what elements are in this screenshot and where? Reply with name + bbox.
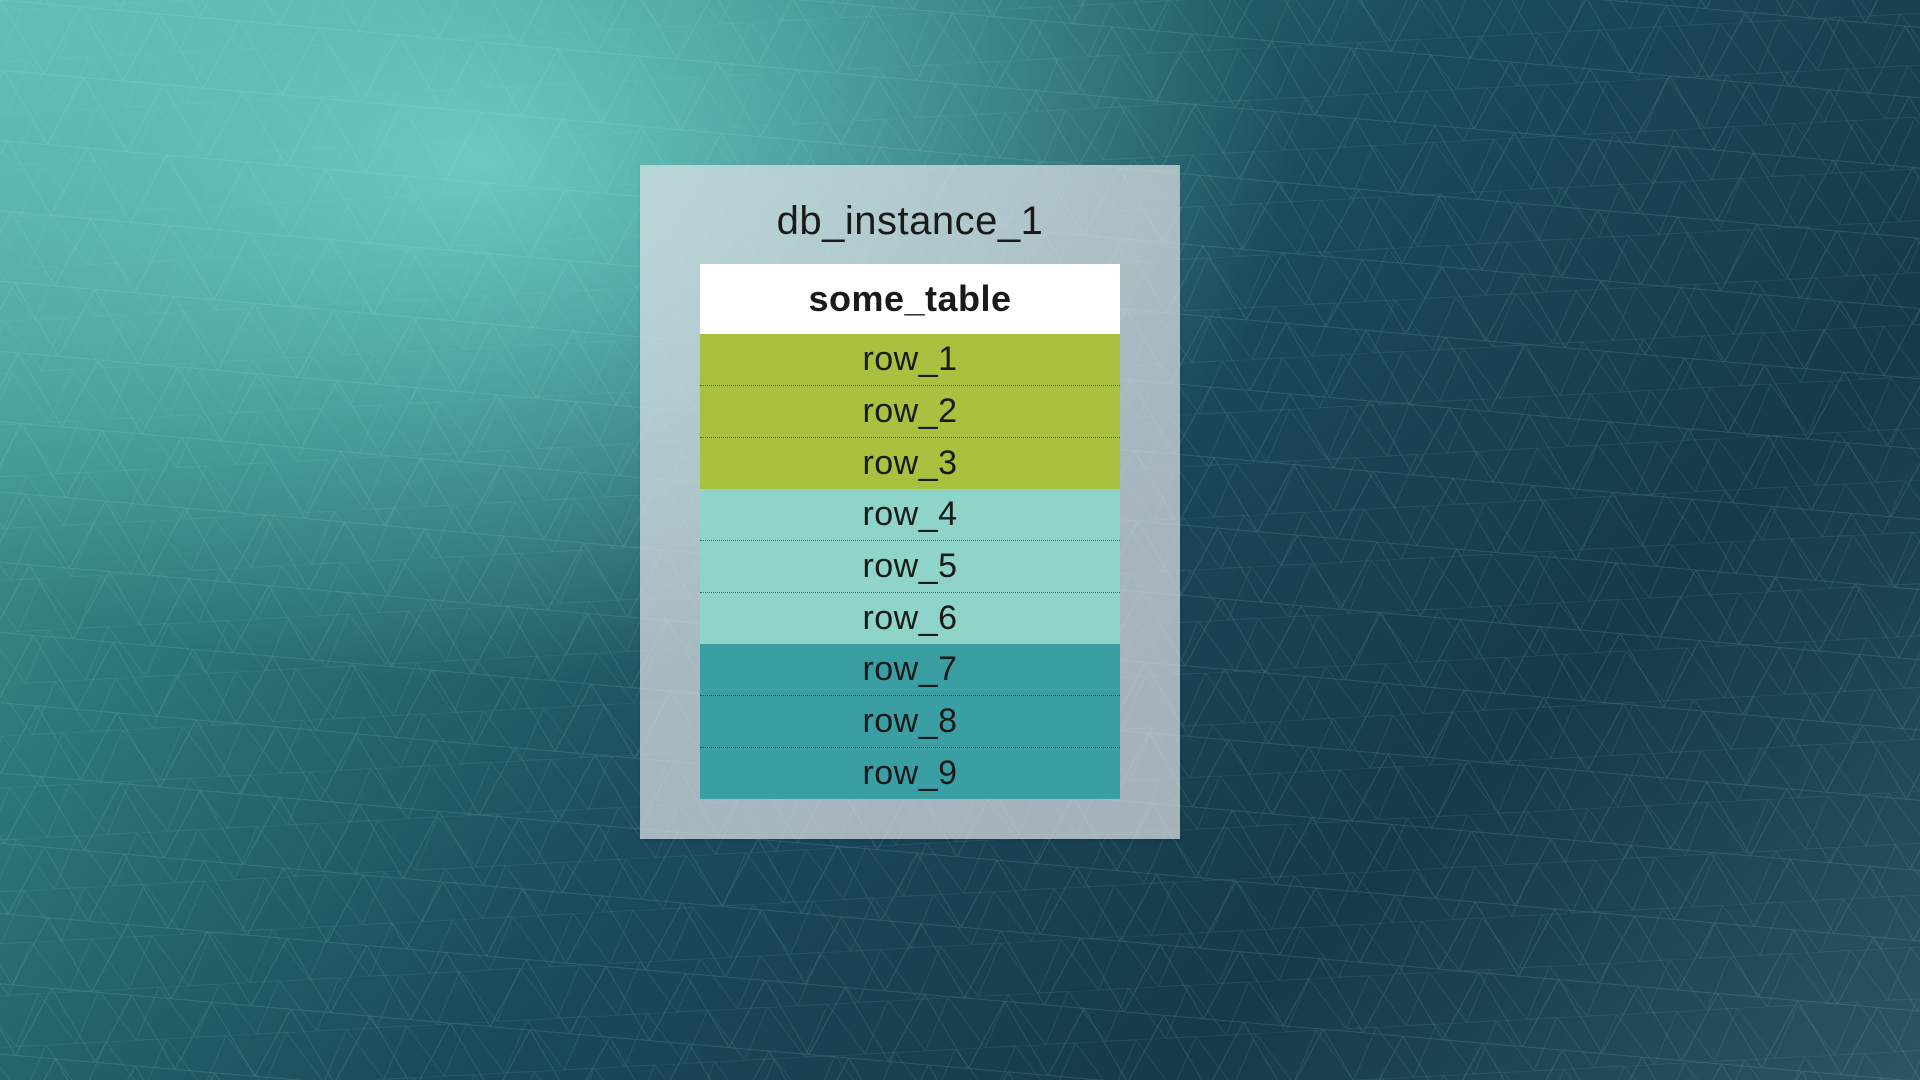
database-instance-card: db_instance_1 some_table row_1 row_2 row… <box>640 165 1180 839</box>
database-table: some_table row_1 row_2 row_3 row_4 row_5… <box>700 264 1120 799</box>
table-row: row_8 <box>700 696 1120 748</box>
table-row: row_3 <box>700 438 1120 489</box>
database-instance-title: db_instance_1 <box>700 185 1120 264</box>
table-row: row_7 <box>700 644 1120 696</box>
table-row: row_9 <box>700 748 1120 799</box>
table-name-header: some_table <box>700 264 1120 334</box>
table-row: row_4 <box>700 489 1120 541</box>
table-row: row_5 <box>700 541 1120 593</box>
table-row: row_2 <box>700 386 1120 438</box>
table-row: row_1 <box>700 334 1120 386</box>
table-row: row_6 <box>700 593 1120 644</box>
